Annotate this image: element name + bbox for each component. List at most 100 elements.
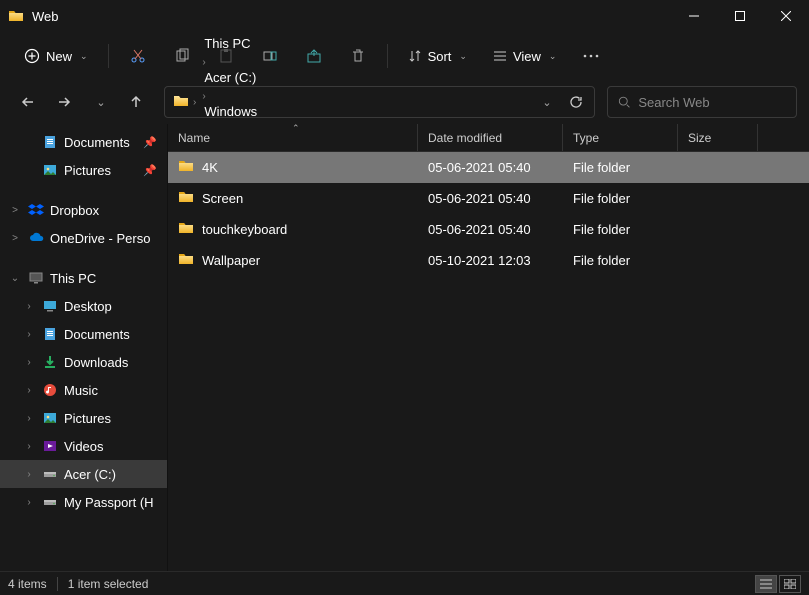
doc-icon	[42, 326, 58, 342]
breadcrumb-segment[interactable]: Windows	[200, 102, 261, 121]
tree-item[interactable]: › Documents	[0, 320, 167, 348]
tree-item[interactable]: Pictures📌	[0, 156, 167, 184]
tree-item-label: Documents	[64, 327, 130, 342]
expander-icon[interactable]: >	[8, 205, 22, 216]
onedrive-icon	[28, 230, 44, 246]
tree-item-label: Music	[64, 383, 98, 398]
new-button[interactable]: New ⌄	[14, 39, 98, 73]
tree-item[interactable]: ›Pictures	[0, 404, 167, 432]
separator	[387, 44, 388, 68]
close-button[interactable]	[763, 0, 809, 32]
file-type: File folder	[563, 253, 678, 268]
tree-item[interactable]: › Downloads	[0, 348, 167, 376]
folder-icon	[8, 8, 24, 24]
tree-item-label: OneDrive - Perso	[50, 231, 150, 246]
tree-item[interactable]: >Dropbox	[0, 196, 167, 224]
thispc-icon	[28, 270, 44, 286]
sort-label: Sort	[428, 49, 452, 64]
search-icon	[618, 95, 630, 109]
sort-button[interactable]: Sort ⌄	[398, 39, 477, 73]
view-label: View	[513, 49, 541, 64]
up-button[interactable]	[120, 86, 152, 118]
forward-button[interactable]	[48, 86, 80, 118]
downloads-icon	[42, 354, 58, 370]
tree-item[interactable]: ⌄ This PC	[0, 264, 167, 292]
share-button[interactable]	[295, 39, 333, 73]
file-name: touchkeyboard	[202, 222, 287, 237]
file-type: File folder	[563, 191, 678, 206]
drive-icon	[42, 494, 58, 510]
tree-item[interactable]: > OneDrive - Perso	[0, 224, 167, 252]
chevron-down-icon: ⌄	[459, 51, 467, 62]
tree-item[interactable]: Documents📌	[0, 128, 167, 156]
title-bar: Web	[0, 0, 809, 32]
tree-item[interactable]: › Videos	[0, 432, 167, 460]
folder-icon	[178, 220, 194, 239]
address-bar[interactable]: › This PC›Acer (C:)›Windows›Web› ⌄	[164, 86, 595, 118]
tree-item-label: This PC	[50, 271, 96, 286]
tree-item[interactable]: › Music	[0, 376, 167, 404]
minimize-button[interactable]	[671, 0, 717, 32]
tree-item[interactable]: ›Desktop	[0, 292, 167, 320]
chevron-right-icon: ›	[200, 91, 207, 102]
doc-icon	[42, 134, 58, 150]
details-view-button[interactable]	[755, 575, 777, 593]
expander-icon[interactable]: ⌄	[8, 273, 22, 284]
chevron-down-icon: ⌄	[549, 51, 557, 62]
thumbnails-view-button[interactable]	[779, 575, 801, 593]
tree-item-label: My Passport (H	[64, 495, 154, 510]
more-button[interactable]	[572, 39, 610, 73]
file-name: Wallpaper	[202, 253, 260, 268]
copy-button[interactable]	[163, 39, 201, 73]
expander-icon[interactable]: ›	[22, 413, 36, 424]
view-button[interactable]: View ⌄	[483, 39, 567, 73]
file-date: 05-06-2021 05:40	[418, 222, 563, 237]
separator	[108, 44, 109, 68]
tree-item-label: Downloads	[64, 355, 128, 370]
videos-icon	[42, 438, 58, 454]
file-row[interactable]: 4K05-06-2021 05:40File folder	[168, 152, 809, 183]
column-date[interactable]: Date modified	[418, 124, 563, 151]
column-size[interactable]: Size	[678, 124, 758, 151]
sort-indicator-icon: ⌃	[292, 123, 300, 134]
folder-icon	[173, 93, 189, 112]
back-button[interactable]	[12, 86, 44, 118]
recent-button[interactable]: ⌄	[84, 86, 116, 118]
file-row[interactable]: touchkeyboard05-06-2021 05:40File folder	[168, 214, 809, 245]
new-label: New	[46, 49, 72, 64]
expander-icon[interactable]: ›	[22, 301, 36, 312]
maximize-button[interactable]	[717, 0, 763, 32]
expander-icon[interactable]: ›	[22, 469, 36, 480]
file-row[interactable]: Screen05-06-2021 05:40File folder	[168, 183, 809, 214]
drive-icon	[42, 466, 58, 482]
tree-item[interactable]: ›Acer (C:)	[0, 460, 167, 488]
file-row[interactable]: Wallpaper05-10-2021 12:03File folder	[168, 245, 809, 276]
expander-icon[interactable]: ›	[22, 385, 36, 396]
refresh-button[interactable]	[562, 88, 590, 116]
navigation-pane[interactable]: Documents📌Pictures📌>Dropbox>OneDrive - P…	[0, 124, 168, 571]
expander-icon[interactable]: ›	[22, 329, 36, 340]
expander-icon[interactable]: ›	[22, 357, 36, 368]
dropbox-icon	[28, 202, 44, 218]
cut-button[interactable]	[119, 39, 157, 73]
tree-item-label: Videos	[64, 439, 104, 454]
expander-icon[interactable]: ›	[22, 497, 36, 508]
folder-icon	[178, 189, 194, 208]
file-list: ⌃ Name Date modified Type Size 4K05-06-2…	[168, 124, 809, 571]
expander-icon[interactable]: >	[8, 233, 22, 244]
chevron-right-icon: ›	[191, 97, 198, 108]
search-box[interactable]	[607, 86, 797, 118]
expander-icon[interactable]: ›	[22, 441, 36, 452]
column-headers[interactable]: ⌃ Name Date modified Type Size	[168, 124, 809, 152]
pic-icon	[42, 410, 58, 426]
window-title: Web	[32, 9, 671, 24]
breadcrumb-segment[interactable]: This PC	[200, 34, 261, 53]
file-date: 05-06-2021 05:40	[418, 191, 563, 206]
address-row: ⌄ › This PC›Acer (C:)›Windows›Web› ⌄	[0, 80, 809, 124]
search-input[interactable]	[638, 95, 786, 110]
column-type[interactable]: Type	[563, 124, 678, 151]
delete-button[interactable]	[339, 39, 377, 73]
tree-item[interactable]: › My Passport (H	[0, 488, 167, 516]
breadcrumb-segment[interactable]: Acer (C:)	[200, 68, 261, 87]
address-dropdown-button[interactable]: ⌄	[532, 88, 560, 116]
